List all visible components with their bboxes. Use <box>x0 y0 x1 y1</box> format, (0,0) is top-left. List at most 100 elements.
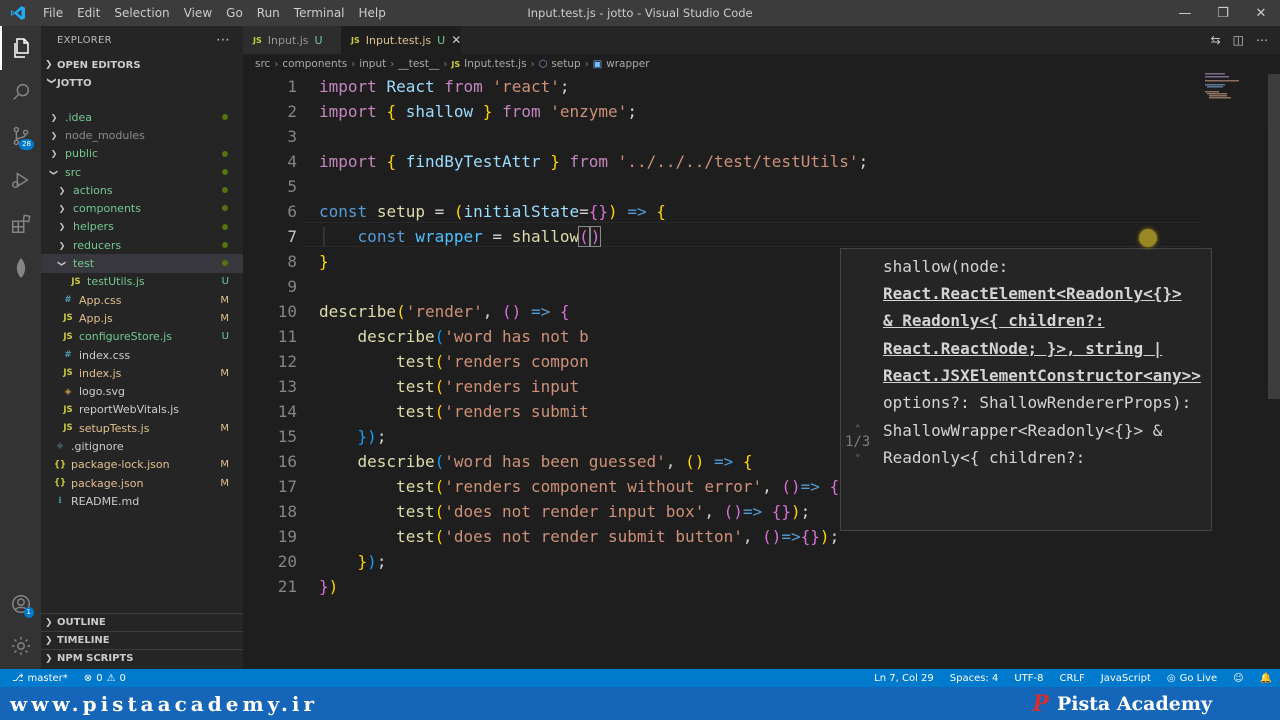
tree-folder[interactable]: ❯ components <box>41 199 243 217</box>
modified-dot-icon <box>222 150 228 157</box>
watermark-brand: P Pista Academy <box>1032 690 1212 717</box>
code-line: test('does not render input box', ()=> {… <box>396 502 811 521</box>
breadcrumb-item[interactable]: components <box>282 58 347 70</box>
js-file-icon: JS <box>63 331 73 342</box>
tree-folder[interactable]: ❯ actions <box>41 181 243 199</box>
open-editors-section[interactable]: ❯ OPEN EDITORS <box>41 55 243 75</box>
menu-view[interactable]: View <box>177 0 219 26</box>
feedback-icon[interactable]: ☺ <box>1225 673 1251 684</box>
tree-folder[interactable]: ❯ helpers <box>41 218 243 236</box>
code-line: import { shallow } from 'enzyme'; <box>319 102 637 121</box>
source-control-icon[interactable]: 28 <box>0 114 41 158</box>
tree-file[interactable]: JS setupTests.js M <box>41 419 243 437</box>
chevron-up-icon[interactable]: ⌃ <box>845 425 870 434</box>
tree-file[interactable]: JS reportWebVitals.js <box>41 401 243 419</box>
tree-file[interactable]: {} package.json M <box>41 474 243 492</box>
tree-item-label: logo.svg <box>79 385 126 399</box>
tree-folder[interactable]: ❯ reducers <box>41 236 243 254</box>
md-file-icon: ℹ <box>58 496 62 507</box>
close-window-button[interactable]: ✕ <box>1242 0 1280 26</box>
go-live-button[interactable]: ◎ Go Live <box>1159 673 1225 684</box>
tree-folder[interactable]: ❯ node_modules <box>41 126 243 144</box>
breadcrumb-item[interactable]: setup <box>551 58 580 70</box>
more-actions-icon[interactable]: ⋯ <box>1256 33 1268 47</box>
explorer-icon[interactable] <box>0 26 41 70</box>
warning-icon: ⚠ <box>106 672 116 684</box>
chevron-right-icon: ❯ <box>45 617 53 628</box>
accounts-icon[interactable]: 1 <box>0 582 41 626</box>
minimize-button[interactable]: — <box>1166 0 1204 26</box>
tree-file[interactable]: {} package-lock.json M <box>41 456 243 474</box>
tree-item-label: index.css <box>79 348 131 362</box>
menu-edit[interactable]: Edit <box>70 0 107 26</box>
js-file-icon: JS <box>71 276 81 287</box>
branch-indicator[interactable]: ⎇ master* <box>0 673 76 684</box>
breadcrumb: src › components › input › __test__ › JS Inp… <box>243 54 1280 74</box>
tree-file[interactable]: JS App.js M <box>41 309 243 327</box>
breadcrumb-item[interactable]: wrapper <box>606 58 649 70</box>
chevron-right-icon: › <box>443 58 448 70</box>
tree-folder[interactable]: ❯ .idea <box>41 108 243 126</box>
timeline-section[interactable]: ❯ TIMELINE <box>41 631 243 649</box>
signature-active-param: & Readonly<{ children?: <box>883 311 1105 330</box>
js-file-icon: JS <box>351 35 360 45</box>
open-changes-icon[interactable]: ⇆ <box>1211 33 1221 47</box>
notifications-bell-icon[interactable]: 🔔 <box>1252 673 1280 684</box>
tree-file[interactable]: JS index.js M <box>41 364 243 382</box>
tree-folder[interactable]: ❯ public <box>41 145 243 163</box>
run-debug-icon[interactable] <box>0 158 41 202</box>
extensions-icon[interactable] <box>0 202 41 246</box>
outline-section[interactable]: ❯ OUTLINE <box>41 613 243 631</box>
cursor-position[interactable]: Ln 7, Col 29 <box>866 673 942 684</box>
breadcrumb-item[interactable]: __test__ <box>398 58 439 70</box>
tab-input-js[interactable]: JS Input.js U <box>243 26 341 54</box>
settings-gear-icon[interactable] <box>0 624 41 668</box>
scrollbar-thumb[interactable] <box>1268 74 1280 399</box>
git-status-badge: M <box>220 312 229 324</box>
menu-terminal[interactable]: Terminal <box>287 0 352 26</box>
tree-file[interactable]: # index.css <box>41 346 243 364</box>
indentation[interactable]: Spaces: 4 <box>942 673 1007 684</box>
chevron-right-icon: ❯ <box>50 130 58 140</box>
tree-file[interactable]: # App.css M <box>41 291 243 309</box>
end-of-line[interactable]: CRLF <box>1052 673 1093 684</box>
chevron-down-icon[interactable]: ⌄ <box>845 450 870 459</box>
close-tab-icon[interactable]: ✕ <box>451 33 461 47</box>
menu-run[interactable]: Run <box>250 0 287 26</box>
breadcrumb-item[interactable]: Input.test.js <box>464 58 526 70</box>
chevron-right-icon: › <box>390 58 395 70</box>
problems-indicator[interactable]: ⊗ 0 ⚠ 0 <box>76 673 134 684</box>
breadcrumb-item[interactable]: input <box>359 58 386 70</box>
search-icon[interactable] <box>0 70 41 114</box>
project-section[interactable]: ❯ JOTTO <box>41 73 243 93</box>
tree-file[interactable]: JS configureStore.js U <box>41 328 243 346</box>
window-title: Input.test.js - jotto - Visual Studio Co… <box>527 6 753 20</box>
maximize-button[interactable]: ❐ <box>1204 0 1242 26</box>
tree-file[interactable]: ℹ README.md <box>41 492 243 510</box>
tree-file[interactable]: JS testUtils.js U <box>41 273 243 291</box>
npm-scripts-section[interactable]: ❯ NPM SCRIPTS <box>41 649 243 667</box>
minimap[interactable] <box>1205 72 1255 102</box>
line-number: 10 <box>277 302 297 321</box>
tree-item-label: test <box>73 257 95 271</box>
split-editor-icon[interactable]: ◫ <box>1233 33 1244 47</box>
tree-file[interactable]: ◈ logo.svg <box>41 382 243 400</box>
overload-counter[interactable]: ⌃ 1/3 ⌄ <box>845 425 870 459</box>
menu-file[interactable]: File <box>36 0 70 26</box>
encoding[interactable]: UTF-8 <box>1006 673 1051 684</box>
menu-go[interactable]: Go <box>219 0 250 26</box>
line-number: 5 <box>287 177 297 196</box>
menu-selection[interactable]: Selection <box>107 0 176 26</box>
leaf-extension-icon[interactable] <box>0 246 41 290</box>
editor-scrollbar[interactable] <box>1268 74 1280 669</box>
code-editor[interactable]: 1 import React from 'react'; 2 import { sh… <box>243 74 1280 669</box>
tree-file[interactable]: ◆ .gitignore <box>41 437 243 455</box>
tree-folder[interactable]: ❯ src <box>41 163 243 181</box>
modified-dot-icon <box>222 223 228 230</box>
more-actions-icon[interactable]: ⋯ <box>216 32 231 48</box>
language-mode[interactable]: JavaScript <box>1093 673 1159 684</box>
menu-help[interactable]: Help <box>352 0 393 26</box>
tab-input-test-js[interactable]: JS Input.test.js U ✕ <box>341 26 461 54</box>
breadcrumb-item[interactable]: src <box>255 58 270 70</box>
tree-folder[interactable]: ❯ test <box>41 254 243 273</box>
